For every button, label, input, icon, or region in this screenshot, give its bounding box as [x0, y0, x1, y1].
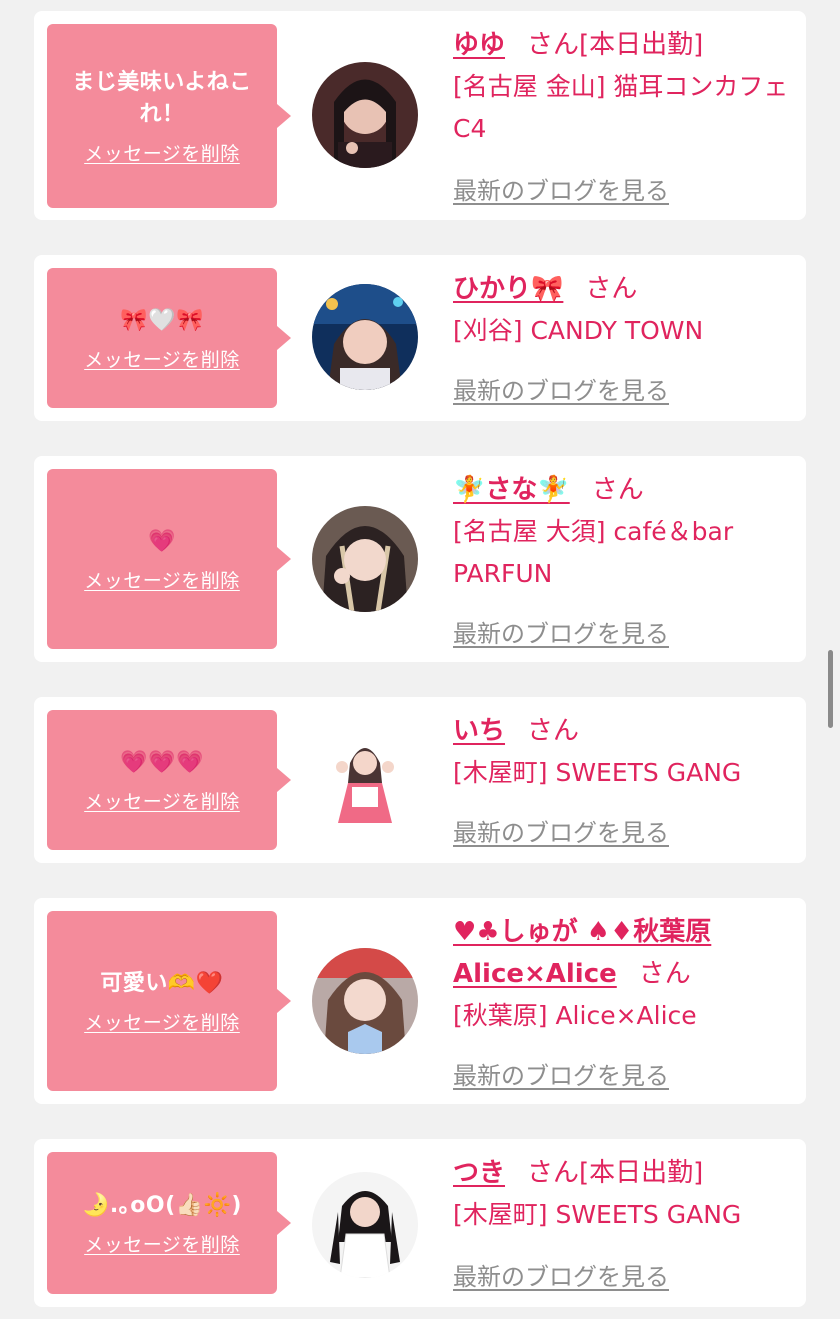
name-line: ♥♣しゅが ♠♦秋葉原Alice×Alice さん	[453, 911, 793, 995]
message-bubble: まじ美味いよねこれ！ メッセージを削除	[47, 24, 291, 208]
avatar[interactable]	[312, 1172, 418, 1278]
avatar[interactable]	[312, 727, 418, 833]
cast-name-link[interactable]: つき	[453, 1158, 505, 1188]
blog-link[interactable]: 最新のブログを見る	[453, 813, 669, 848]
cast-info: 🧚さな🧚 さん [名古屋 大須] café＆bar PARFUN	[453, 469, 793, 595]
blog-link[interactable]: 最新のブログを見る	[453, 371, 669, 406]
blog-link[interactable]: 最新のブログを見る	[453, 1257, 669, 1292]
honorific: さん	[585, 274, 638, 304]
cast-name-link[interactable]: ひかり🎀	[453, 274, 563, 304]
name-line: いち さん	[453, 710, 793, 752]
cast-name-link[interactable]: 🧚さな🧚	[453, 475, 570, 505]
message-bubble: 🌛.｡oO(👍🏻🔆) メッセージを削除	[47, 1152, 291, 1294]
message-text: 🎀🤍🎀	[120, 307, 204, 333]
shop-name: [木屋町] SWEETS GANG	[453, 1200, 742, 1229]
message-bubble: 💗💗💗 メッセージを削除	[47, 710, 291, 850]
delete-message-link[interactable]: メッセージを削除	[84, 1008, 240, 1035]
message-bubble: 💗 メッセージを削除	[47, 469, 291, 649]
avatar[interactable]	[312, 948, 418, 1054]
message-text: 可愛い🫶❤️	[100, 970, 224, 996]
shop-name: [秋葉原] Alice×Alice	[453, 1001, 697, 1030]
name-line: ひかり🎀 さん	[453, 268, 793, 310]
message-text: 💗💗💗	[120, 749, 204, 775]
shop-name: [刈谷] CANDY TOWN	[453, 316, 704, 345]
message-text: まじ美味いよねこれ！	[72, 69, 252, 127]
honorific: さん	[638, 959, 691, 989]
scrollbar[interactable]	[828, 650, 833, 728]
avatar[interactable]	[312, 62, 418, 168]
message-text: 🌛.｡oO(👍🏻🔆)	[82, 1192, 242, 1218]
honorific: さん	[591, 475, 644, 505]
shop-name: [名古屋 大須] café＆bar PARFUN	[453, 517, 734, 588]
message-text: 💗	[148, 528, 176, 554]
message-card: 🌛.｡oO(👍🏻🔆) メッセージを削除 つき さん[本日出勤] [木屋町] SWE…	[34, 1139, 806, 1307]
cast-info: ゆゆ さん[本日出勤] [名古屋 金山] 猫耳コンカフェ C4	[453, 24, 793, 150]
delete-message-link[interactable]: メッセージを削除	[84, 139, 240, 166]
honorific: さん	[527, 1158, 580, 1188]
avatar[interactable]	[312, 284, 418, 390]
blog-link[interactable]: 最新のブログを見る	[453, 614, 669, 649]
message-card: 💗💗💗 メッセージを削除 いち さん [木屋町] SWEETS GANG 最新のブ…	[34, 697, 806, 863]
shop-name: [木屋町] SWEETS GANG	[453, 758, 742, 787]
message-bubble: 🎀🤍🎀 メッセージを削除	[47, 268, 291, 408]
attendance-tag: [本日出勤]	[579, 1158, 704, 1188]
cast-info: ひかり🎀 さん [刈谷] CANDY TOWN	[453, 268, 793, 352]
cast-info: つき さん[本日出勤] [木屋町] SWEETS GANG	[453, 1152, 793, 1236]
delete-message-link[interactable]: メッセージを削除	[84, 566, 240, 593]
honorific: さん	[527, 716, 580, 746]
delete-message-link[interactable]: メッセージを削除	[84, 345, 240, 372]
cast-info: いち さん [木屋町] SWEETS GANG	[453, 710, 793, 794]
name-line: つき さん[本日出勤]	[453, 1152, 793, 1194]
message-card: 💗 メッセージを削除 🧚さな🧚 さん [名古屋 大須] café＆bar PARF…	[34, 456, 806, 662]
avatar[interactable]	[312, 506, 418, 612]
honorific: さん	[527, 30, 580, 60]
name-line: ゆゆ さん[本日出勤]	[453, 24, 793, 66]
shop-name: [名古屋 金山] 猫耳コンカフェ C4	[453, 72, 789, 143]
message-card: まじ美味いよねこれ！ メッセージを削除 ゆゆ さん[本日出勤] [名古屋 金山] …	[34, 11, 806, 220]
name-line: 🧚さな🧚 さん	[453, 469, 793, 511]
cast-name-link[interactable]: いち	[453, 716, 505, 746]
cast-info: ♥♣しゅが ♠♦秋葉原Alice×Alice さん [秋葉原] Alice×Ali…	[453, 911, 793, 1037]
delete-message-link[interactable]: メッセージを削除	[84, 1230, 240, 1257]
attendance-tag: [本日出勤]	[579, 30, 704, 60]
delete-message-link[interactable]: メッセージを削除	[84, 787, 240, 814]
message-card: 可愛い🫶❤️ メッセージを削除 ♥♣しゅが ♠♦秋葉原Alice×Alice さん…	[34, 898, 806, 1104]
cast-name-link[interactable]: ゆゆ	[453, 30, 505, 60]
blog-link[interactable]: 最新のブログを見る	[453, 1056, 669, 1091]
message-card: 🎀🤍🎀 メッセージを削除 ひかり🎀 さん [刈谷] CANDY TOWN 最新のブ…	[34, 255, 806, 421]
blog-link[interactable]: 最新のブログを見る	[453, 171, 669, 206]
message-bubble: 可愛い🫶❤️ メッセージを削除	[47, 911, 291, 1091]
